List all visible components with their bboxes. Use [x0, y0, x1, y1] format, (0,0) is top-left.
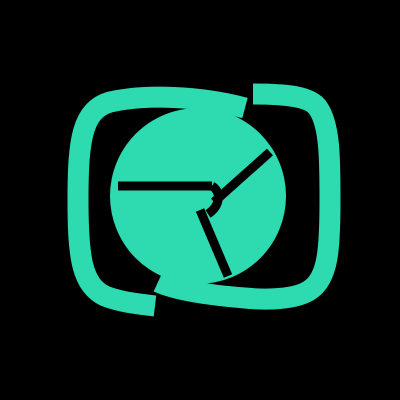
camera-aperture-logo-icon	[0, 0, 400, 400]
lens-icon	[110, 108, 286, 284]
app-icon-canvas	[0, 0, 400, 400]
